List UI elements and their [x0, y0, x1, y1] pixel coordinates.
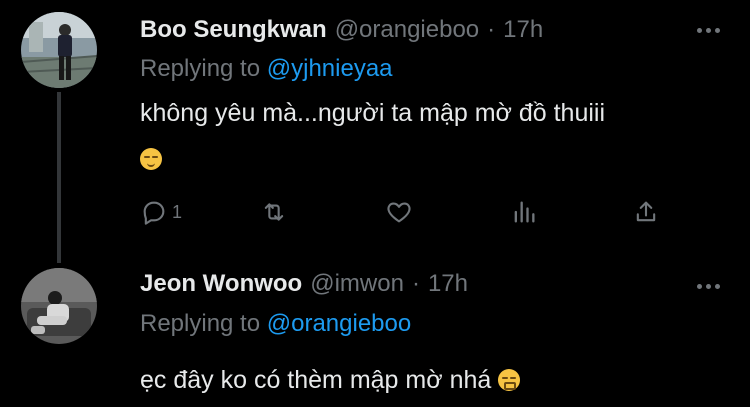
analytics-button[interactable] — [510, 198, 538, 226]
separator-dot: · — [487, 16, 496, 43]
separator-dot: · — [411, 270, 420, 297]
avatar[interactable] — [21, 268, 97, 344]
timestamp[interactable]: 17h — [503, 16, 543, 44]
replying-to-label: Replying to — [140, 310, 261, 337]
user-handle[interactable]: @imwon — [310, 270, 404, 298]
display-name[interactable]: Jeon Wonwoo — [140, 270, 302, 298]
share-button[interactable] — [632, 198, 660, 226]
reply-icon — [143, 201, 165, 225]
share-icon — [636, 201, 656, 222]
more-options-icon[interactable] — [697, 28, 720, 33]
tweet-text: ẹc đây ko có thèm mập mờ nhá — [140, 357, 720, 403]
tweet-text: không yêu mà...người ta mập mờ đồ thuiii — [140, 90, 720, 182]
reply-button[interactable]: 1 — [140, 198, 182, 226]
tweet-text-content: ẹc đây ko có thèm mập mờ nhá — [140, 366, 492, 394]
more-options-icon[interactable] — [697, 284, 720, 289]
retweet-icon — [264, 203, 284, 221]
tweet-header: Boo Seungkwan @orangieboo · 17h — [140, 16, 543, 44]
avatar-photo — [21, 268, 97, 344]
retweet-button[interactable] — [260, 198, 288, 226]
mention-link[interactable]: @yjhnieyaa — [267, 55, 393, 82]
user-handle[interactable]: @orangieboo — [335, 16, 479, 44]
analytics-icon — [514, 201, 535, 223]
like-button[interactable] — [385, 198, 413, 226]
display-name[interactable]: Boo Seungkwan — [140, 16, 327, 44]
tweet-actions: 1 — [140, 198, 660, 228]
confounded-face-icon — [498, 369, 521, 391]
avatar-photo — [21, 12, 97, 88]
tweet-text-content: không yêu mà...người ta mập mờ đồ thuiii — [140, 99, 606, 127]
timestamp[interactable]: 17h — [428, 270, 468, 298]
tweet-boo-seungkwan[interactable]: Boo Seungkwan @orangieboo · 17h Replying… — [0, 0, 750, 263]
replying-to: Replying to @orangieboo — [140, 310, 411, 338]
heart-icon — [387, 202, 411, 223]
reply-count: 1 — [172, 201, 183, 222]
tweet-jeon-wonwoo[interactable]: Jeon Wonwoo @imwon · 17h Replying to @or… — [0, 258, 750, 407]
tweet-header: Jeon Wonwoo @imwon · 17h — [140, 270, 468, 298]
replying-to-label: Replying to — [140, 55, 261, 82]
replying-to: Replying to @yjhnieyaa — [140, 55, 393, 83]
avatar[interactable] — [21, 12, 97, 88]
relieved-face-icon — [140, 148, 162, 170]
thread-line — [57, 92, 61, 263]
mention-link[interactable]: @orangieboo — [267, 310, 411, 337]
